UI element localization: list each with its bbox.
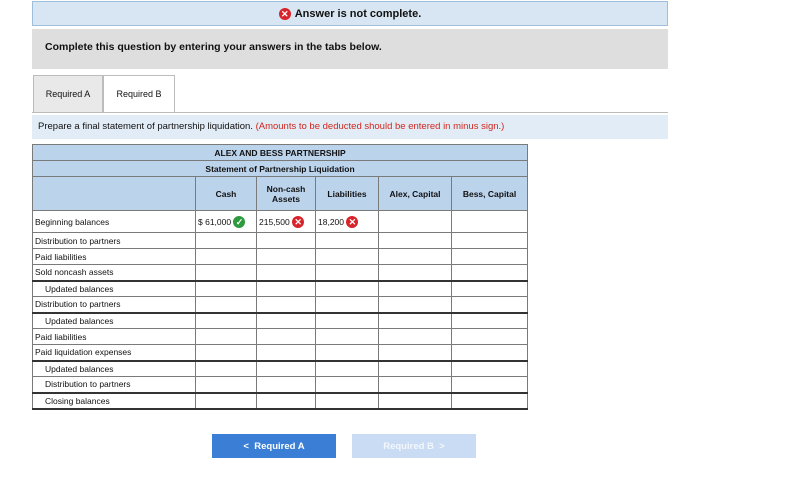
- table-row: Distribution to partners: [32, 296, 529, 313]
- status-text: Answer is not complete.: [294, 7, 422, 20]
- col-cash: Cash: [195, 176, 257, 211]
- header-blank: [32, 176, 196, 211]
- status-banner: ✕ Answer is not complete.: [32, 1, 668, 26]
- table-row: Updated balances: [32, 279, 529, 297]
- next-button[interactable]: Required B >: [352, 434, 476, 458]
- table-row: Updated balances: [32, 359, 529, 377]
- instructions: Complete this question by entering your …: [32, 29, 668, 69]
- table-row: Closing balances: [32, 391, 529, 409]
- row-label: Beginning balances: [32, 210, 196, 233]
- tab-divider: [32, 112, 668, 113]
- table-row: Paid liabilities: [32, 248, 529, 265]
- liabilities-input[interactable]: 18,200 ✕: [315, 210, 379, 233]
- tab-required-a[interactable]: Required A: [33, 75, 103, 112]
- tab-required-b[interactable]: Required B: [103, 75, 175, 112]
- prev-button[interactable]: < Required A: [212, 434, 336, 458]
- question-prompt: Prepare a final statement of partnership…: [32, 115, 668, 139]
- bess-input[interactable]: [450, 210, 529, 233]
- chevron-right-icon: >: [439, 440, 445, 452]
- table-row: Paid liquidation expenses: [32, 344, 529, 361]
- error-icon: ✕: [292, 215, 305, 228]
- liquidation-table: ALEX AND BESS PARTNERSHIP Statement of P…: [31, 144, 529, 410]
- cash-input[interactable]: $ 61,000 ✓: [195, 210, 257, 233]
- alex-input[interactable]: [378, 210, 452, 233]
- col-noncash: Non-cash Assets: [256, 176, 316, 211]
- error-icon: ✕: [346, 215, 359, 228]
- col-bess: Bess, Capital: [450, 176, 529, 211]
- table-row: Distribution to partners: [32, 376, 529, 393]
- check-icon: ✓: [233, 215, 246, 228]
- col-liabilities: Liabilities: [315, 176, 379, 211]
- table-row: Distribution to partners: [32, 232, 529, 249]
- chevron-left-icon: <: [243, 440, 249, 452]
- table-row: Beginning balances $ 61,000 ✓ 215,500 ✕ …: [32, 210, 529, 233]
- col-alex: Alex, Capital: [378, 176, 452, 211]
- table-row: Sold noncash assets: [32, 264, 529, 281]
- table-subtitle: Statement of Partnership Liquidation: [31, 160, 529, 177]
- table-title: ALEX AND BESS PARTNERSHIP: [31, 144, 529, 161]
- table-row: Paid liabilities: [32, 328, 529, 345]
- table-row: Updated balances: [32, 311, 529, 329]
- noncash-input[interactable]: 215,500 ✕: [256, 210, 316, 233]
- error-icon: ✕: [278, 7, 291, 20]
- prompt-note: (Amounts to be deducted should be entere…: [255, 121, 505, 132]
